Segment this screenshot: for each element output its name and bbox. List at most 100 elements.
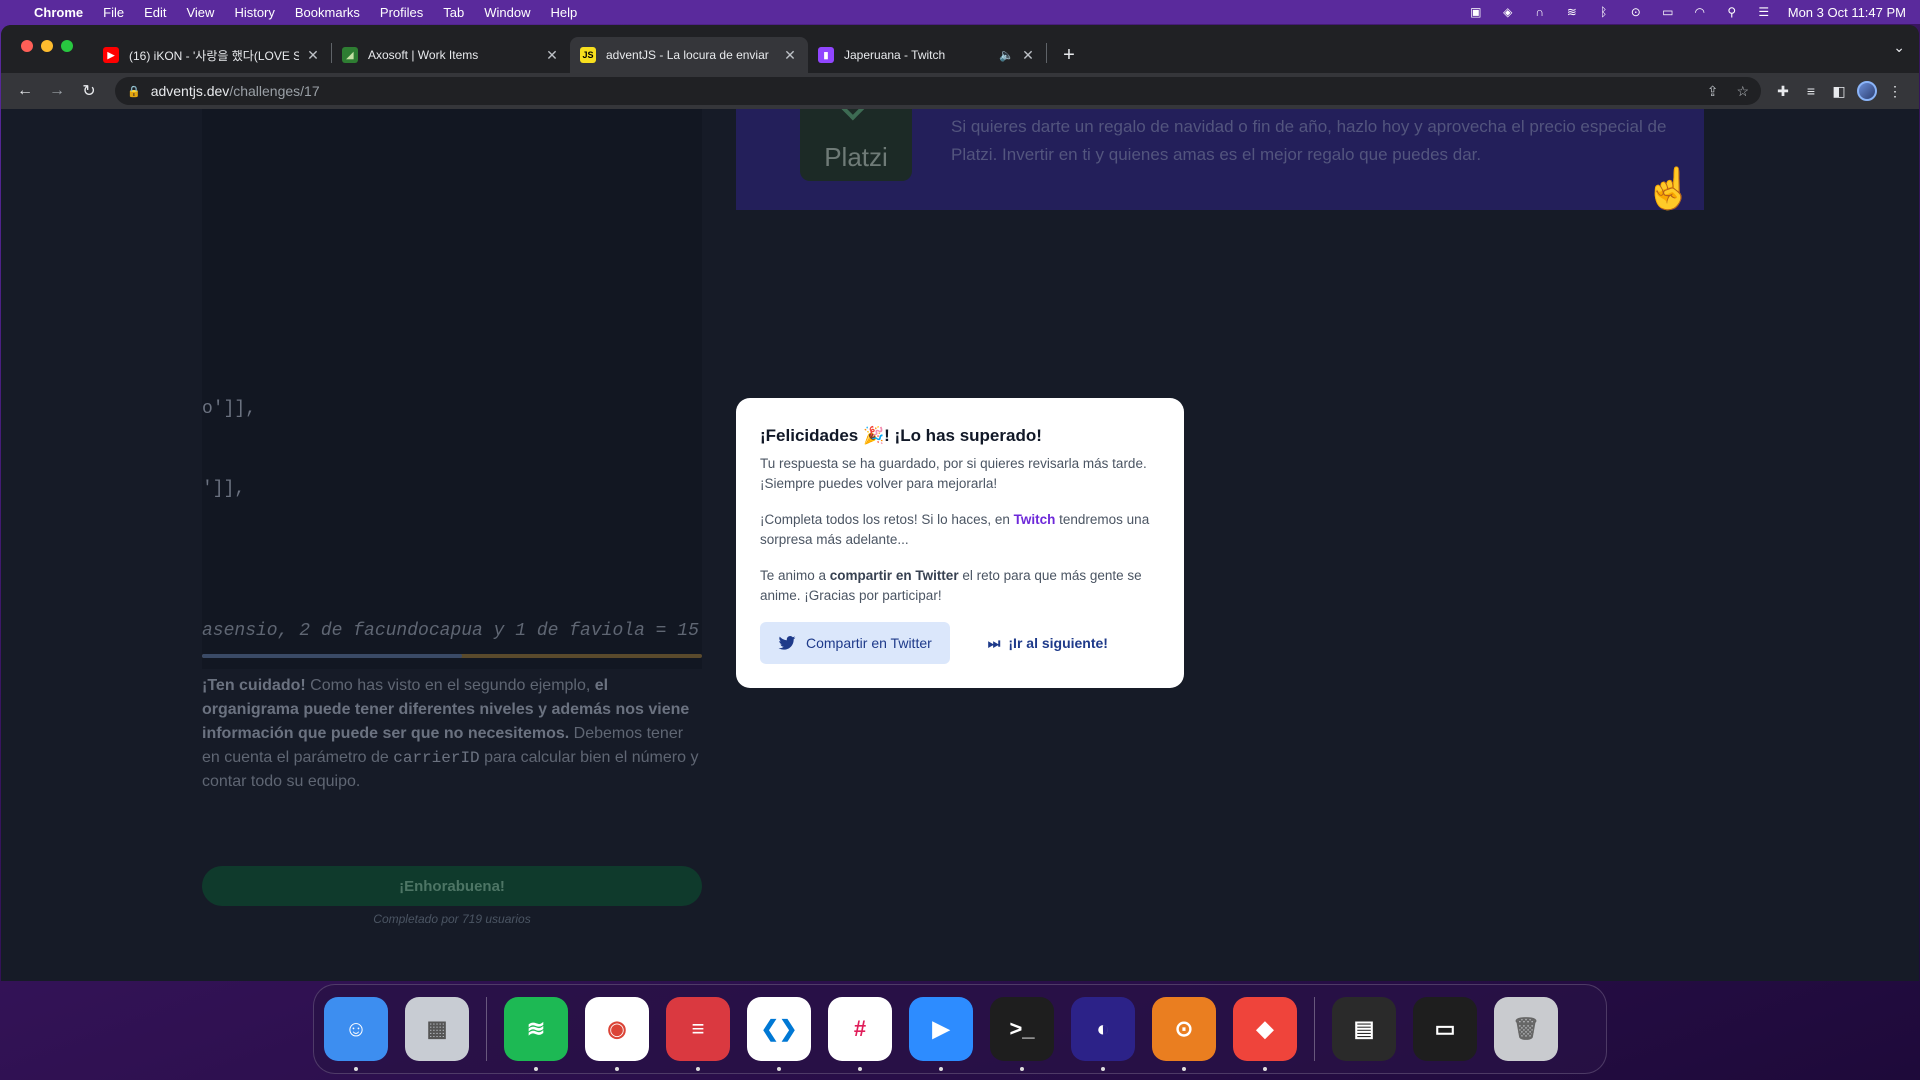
code-text: ']], [202, 479, 246, 499]
menu-bookmarks[interactable]: Bookmarks [295, 5, 360, 20]
menu-tab[interactable]: Tab [443, 5, 464, 20]
forward-button[interactable]: → [43, 77, 71, 105]
platzi-promo-banner[interactable]: Platzi Si quieres darte un regalo de nav… [736, 109, 1704, 211]
tab-search-chevron-icon[interactable]: ⌄ [1893, 39, 1905, 56]
menu-app-name[interactable]: Chrome [34, 5, 83, 20]
progress-bar [202, 654, 702, 658]
running-indicator [1020, 1067, 1024, 1071]
running-indicator [1101, 1067, 1105, 1071]
side-panel-icon[interactable]: ◧ [1825, 77, 1853, 105]
twitch-link[interactable]: Twitch [1014, 512, 1056, 527]
close-tab-icon[interactable]: ✕ [782, 47, 798, 64]
code-line: ']], [202, 479, 245, 499]
pointing-hand-icon: ☝ [1644, 167, 1694, 211]
tab-adventjs[interactable]: JS adventJS - La locura de enviar ✕ [570, 37, 808, 73]
menu-profiles[interactable]: Profiles [380, 5, 423, 20]
inline-code: carrierID [393, 749, 480, 767]
code-text: o']], [202, 399, 257, 419]
expressvpn-status-icon[interactable]: ≋ [1564, 5, 1580, 19]
audio-playing-icon[interactable]: 🔈 [999, 48, 1014, 62]
twitter-bird-icon [778, 636, 796, 650]
more-options-icon[interactable]: ⋮ [1881, 77, 1909, 105]
running-indicator [1182, 1067, 1186, 1071]
bluetooth-icon[interactable]: ᛒ [1596, 5, 1612, 19]
vscode-icon[interactable]: ❮❯ [747, 997, 811, 1071]
chrome-icon[interactable]: ◉ [585, 997, 649, 1071]
menu-edit[interactable]: Edit [144, 5, 166, 20]
slack-icon[interactable]: # [828, 997, 892, 1071]
address-bar[interactable]: 🔒 adventjs.dev/challenges/17 ⇪ ☆ [115, 77, 1761, 105]
menu-bar: Chrome File Edit View History Bookmarks … [0, 0, 1920, 24]
completed-count: Completado por 719 usuarios [373, 912, 531, 926]
control-center-icon[interactable]: ☰ [1756, 5, 1772, 19]
anydesk-icon[interactable]: ◆ [1233, 997, 1297, 1071]
challenge-description: ¡Ten cuidado! Como has visto en el segun… [202, 674, 702, 794]
browser-tab-bar: ▶ (16) iKON - '사랑을 했다(LOVE SC ✕ ◢ Axosof… [1, 25, 1919, 109]
close-tab-icon[interactable]: ✕ [544, 47, 560, 64]
menu-history[interactable]: History [234, 5, 274, 20]
bookmark-star-icon[interactable]: ☆ [1736, 83, 1749, 100]
wifi-icon[interactable]: ◠ [1692, 5, 1708, 19]
zoom-status-icon[interactable]: ▣ [1468, 5, 1484, 19]
next-challenge-button[interactable]: ⏭ ¡Ir al siguiente! [988, 635, 1108, 652]
chrome-window-icon[interactable]: ▭ [1413, 997, 1477, 1061]
running-indicator [939, 1067, 943, 1071]
platzi-chevron-icon [841, 109, 869, 121]
tab-twitch[interactable]: ▮ Japeruana - Twitch 🔈 ✕ [808, 37, 1046, 73]
modal-actions: Compartir en Twitter ⏭ ¡Ir al siguiente! [760, 622, 1160, 664]
menu-view[interactable]: View [186, 5, 214, 20]
tab-youtube[interactable]: ▶ (16) iKON - '사랑을 했다(LOVE SC ✕ [93, 37, 331, 73]
tab-separator [1046, 43, 1047, 63]
headphones-icon[interactable]: ∩ [1532, 5, 1548, 19]
media-controls-icon[interactable]: ≡ [1797, 77, 1825, 105]
menu-help[interactable]: Help [551, 5, 578, 20]
running-indicator [1263, 1067, 1267, 1071]
reload-button[interactable]: ↻ [75, 77, 103, 105]
dock-separator [486, 997, 487, 1061]
tab-title: Axosoft | Work Items [368, 48, 479, 62]
share-twitter-button[interactable]: Compartir en Twitter [760, 622, 950, 664]
tab-strip: ▶ (16) iKON - '사랑을 했다(LOVE SC ✕ ◢ Axosof… [1, 25, 1919, 73]
url-domain: adventjs.dev [150, 83, 230, 99]
launchpad-icon[interactable]: ▦ [405, 997, 469, 1061]
trash-icon[interactable]: 🗑 [1494, 997, 1558, 1061]
shield-status-icon[interactable]: ◈ [1500, 5, 1516, 19]
eclipse-icon[interactable]: ◐ [1071, 997, 1135, 1071]
lock-icon[interactable]: 🔒 [127, 85, 141, 98]
tab-axosoft[interactable]: ◢ Axosoft | Work Items ✕ [332, 37, 570, 73]
next-challenge-label: ¡Ir al siguiente! [1008, 635, 1108, 651]
openvpn-icon[interactable]: ⊙ [1152, 997, 1216, 1071]
modal-text: ¡Completa todos los retos! Si lo haces, … [760, 512, 1014, 527]
menu-file[interactable]: File [103, 5, 124, 20]
tab-title: adventJS - La locura de enviar [606, 48, 769, 62]
code-editor-panel[interactable] [202, 109, 702, 669]
code-comment: asensio, 2 de facundocapua y 1 de faviol… [202, 621, 699, 641]
axosoft-icon: ◢ [342, 47, 358, 63]
zoom-icon[interactable]: ▶ [909, 997, 973, 1071]
modal-title: ¡Felicidades 🎉! ¡Lo has superado! [760, 426, 1042, 445]
js-icon: JS [580, 47, 596, 63]
running-indicator [534, 1067, 538, 1071]
finder-icon[interactable]: ☺ [324, 997, 388, 1071]
terminal-icon[interactable]: >_ [990, 997, 1054, 1071]
expressvpn-icon[interactable]: ≡ [666, 997, 730, 1071]
running-indicator [696, 1067, 700, 1071]
new-tab-button[interactable]: + [1055, 37, 1083, 73]
battery-icon[interactable]: ▭ [1660, 5, 1676, 19]
spotlight-search-icon[interactable]: ⚲ [1724, 5, 1740, 19]
menu-window[interactable]: Window [484, 5, 530, 20]
extensions-puzzle-icon[interactable]: ✚ [1769, 77, 1797, 105]
share-icon[interactable]: ⇪ [1707, 83, 1719, 100]
html-file-icon[interactable]: ▤ [1332, 997, 1396, 1061]
spotify-icon[interactable]: ≋ [504, 997, 568, 1071]
close-tab-icon[interactable]: ✕ [1020, 47, 1036, 64]
back-button[interactable]: ← [11, 77, 39, 105]
modal-challenge-text: ¡Completa todos los retos! Si lo haces, … [760, 510, 1160, 550]
play-status-icon[interactable]: ⊙ [1628, 5, 1644, 19]
tab-title: Japeruana - Twitch [844, 48, 946, 62]
profile-avatar[interactable] [1853, 77, 1881, 105]
running-indicator [615, 1067, 619, 1071]
close-tab-icon[interactable]: ✕ [305, 47, 321, 64]
congrats-button[interactable]: ¡Enhorabuena! [202, 866, 702, 906]
menu-bar-clock[interactable]: Mon 3 Oct 11:47 PM [1788, 5, 1906, 20]
